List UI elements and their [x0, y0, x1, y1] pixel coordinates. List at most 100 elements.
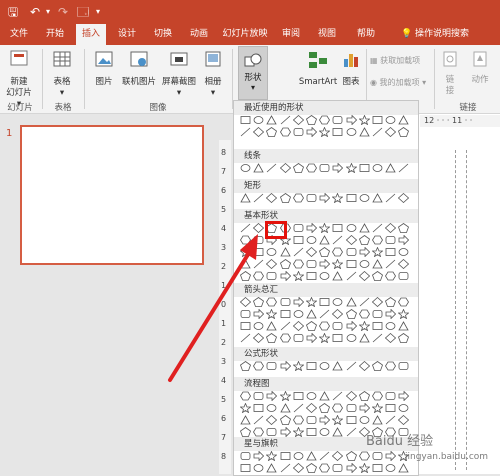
shape-line-icon[interactable] [293, 403, 304, 413]
shape-rect-icon[interactable] [385, 403, 396, 413]
shape-roundrect-icon[interactable] [266, 427, 277, 437]
shape-rect-icon[interactable] [240, 463, 251, 473]
chart-button[interactable]: 图表 [338, 49, 364, 88]
shape-tri-icon[interactable] [332, 361, 344, 371]
shape-diam-icon[interactable] [292, 463, 304, 473]
tell-me-search[interactable]: 💡 操作说明搜索 [390, 24, 480, 45]
shape-tri-icon[interactable] [372, 259, 383, 269]
shape-rect-icon[interactable] [293, 235, 304, 245]
shape-diam-icon[interactable] [385, 127, 397, 137]
shape-hex-icon[interactable] [292, 415, 304, 425]
shape-tri-icon[interactable] [240, 193, 251, 203]
shape-hex-icon[interactable] [358, 451, 370, 461]
shape-line-icon[interactable] [372, 223, 383, 233]
shape-tri-icon[interactable] [253, 163, 264, 173]
shape-rect-icon[interactable] [306, 361, 317, 371]
shape-star-icon[interactable] [319, 127, 331, 137]
shape-rect-icon[interactable] [332, 333, 343, 343]
shape-arrow-icon[interactable] [346, 321, 357, 331]
shape-diam-icon[interactable] [253, 127, 265, 137]
shape-arrow-icon[interactable] [346, 463, 357, 473]
shape-pent-icon[interactable] [306, 321, 317, 331]
shape-roundrect-icon[interactable] [385, 391, 396, 401]
shape-rect-icon[interactable] [280, 309, 291, 319]
tab-9[interactable]: 帮助 [348, 24, 384, 45]
shape-rect-icon[interactable] [372, 321, 383, 331]
shape-rect-icon[interactable] [293, 391, 304, 401]
shape-star-icon[interactable] [332, 193, 344, 203]
shape-oval-icon[interactable] [306, 235, 317, 245]
shape-roundrect-icon[interactable] [398, 271, 409, 281]
shape-oval-icon[interactable] [306, 391, 317, 401]
shape-diam-icon[interactable] [385, 223, 397, 233]
shape-arrow-icon[interactable] [359, 403, 370, 413]
shape-star-icon[interactable] [266, 451, 278, 461]
shape-pent-icon[interactable] [319, 403, 331, 413]
shape-star-icon[interactable] [332, 259, 344, 269]
shape-line-icon[interactable] [385, 259, 396, 269]
tab-7[interactable]: 审阅 [276, 24, 306, 45]
shape-pent-icon[interactable] [319, 247, 331, 257]
shape-oval-icon[interactable] [319, 361, 330, 371]
shape-oval-icon[interactable] [253, 115, 264, 125]
get-addins-button[interactable]: ▦ 获取加载项 [370, 55, 420, 66]
shape-oval-icon[interactable] [359, 193, 370, 203]
shape-roundrect-icon[interactable] [293, 223, 304, 233]
shape-arrow-icon[interactable] [293, 297, 304, 307]
smartart-button[interactable]: SmartArt [298, 49, 338, 88]
shape-line-icon[interactable] [293, 247, 304, 257]
shape-roundrect-icon[interactable] [372, 451, 383, 461]
undo-dropdown-icon[interactable]: ▾ [44, 4, 52, 20]
shape-tri-icon[interactable] [279, 403, 291, 413]
action-button[interactable]: 动作 [466, 49, 494, 86]
tab-6[interactable]: 幻灯片放映 [220, 24, 270, 45]
shape-star-icon[interactable] [292, 271, 304, 281]
photo-album-button[interactable]: 相册 ▾ [200, 49, 226, 99]
customize-qat-icon[interactable]: ▾ [94, 4, 102, 20]
shape-pent-icon[interactable] [372, 361, 383, 371]
shape-roundrect-icon[interactable] [385, 235, 396, 245]
shape-diam-icon[interactable] [398, 415, 410, 425]
shape-tri-icon[interactable] [345, 297, 357, 307]
shape-rect-icon[interactable] [385, 247, 396, 257]
shape-arrow-icon[interactable] [306, 127, 317, 137]
shape-hex-icon[interactable] [398, 297, 410, 307]
tab-2[interactable]: 插入 [76, 24, 106, 45]
shape-line-icon[interactable] [346, 361, 357, 371]
shape-oval-icon[interactable] [266, 403, 277, 413]
shape-pent-icon[interactable] [306, 115, 317, 125]
shape-oval-icon[interactable] [293, 451, 304, 461]
shape-pent-icon[interactable] [279, 415, 291, 425]
shape-arrow-icon[interactable] [280, 361, 291, 371]
shape-line-icon[interactable] [280, 321, 291, 331]
pictures-button[interactable]: 图片 [90, 49, 118, 88]
shape-oval-icon[interactable] [346, 223, 357, 233]
shape-roundrect-icon[interactable] [346, 247, 357, 257]
shape-rect-icon[interactable] [306, 427, 317, 437]
tab-5[interactable]: 动画 [184, 24, 214, 45]
slide-canvas[interactable] [418, 114, 500, 474]
shape-pent-icon[interactable] [306, 463, 317, 473]
shape-oval-icon[interactable] [319, 271, 330, 281]
shape-arrow-icon[interactable] [319, 193, 331, 203]
shape-hex-icon[interactable] [279, 127, 291, 137]
shape-roundrect-icon[interactable] [253, 391, 264, 401]
shape-oval-icon[interactable] [319, 427, 330, 437]
shape-diam-icon[interactable] [358, 271, 370, 281]
shape-diam-icon[interactable] [385, 333, 397, 343]
shape-line-icon[interactable] [385, 193, 396, 203]
shape-oval-icon[interactable] [385, 115, 396, 125]
shape-diam-icon[interactable] [332, 451, 344, 461]
shape-arrow-icon[interactable] [385, 451, 397, 461]
shape-star-icon[interactable] [358, 115, 370, 125]
shape-diam-icon[interactable] [358, 361, 370, 371]
shapes-button[interactable]: 形状 ▾ [238, 46, 268, 100]
shape-star-icon[interactable] [358, 321, 370, 331]
shape-roundrect-icon[interactable] [240, 451, 251, 461]
shape-tri-icon[interactable] [266, 463, 278, 473]
shape-arrow-icon[interactable] [280, 271, 291, 281]
shape-pent-icon[interactable] [345, 309, 357, 319]
shape-line-icon[interactable] [280, 115, 291, 125]
save-icon[interactable]: 🖫 [6, 4, 20, 20]
shape-tri-icon[interactable] [240, 415, 251, 425]
